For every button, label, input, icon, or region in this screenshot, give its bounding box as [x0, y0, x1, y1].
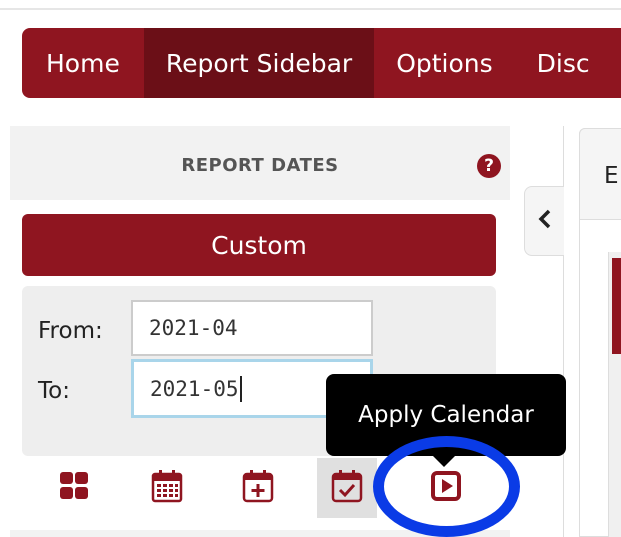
- text-caret: [239, 375, 242, 402]
- nav-item-report-sidebar[interactable]: Report Sidebar: [143, 28, 375, 98]
- date-mode-button[interactable]: Custom: [22, 214, 496, 276]
- calendar-plus-icon: [242, 469, 274, 508]
- report-heading: E: [604, 163, 619, 189]
- from-label: From:: [38, 318, 103, 344]
- add-calendar-button[interactable]: [228, 458, 288, 518]
- from-date-value: 2021-04: [149, 316, 238, 340]
- question-circle-icon[interactable]: ?: [477, 154, 501, 178]
- calendar-view-button[interactable]: [137, 458, 197, 518]
- grid-view-button[interactable]: [44, 458, 104, 518]
- top-divider: [0, 8, 621, 10]
- report-dates-title: REPORT DATES: [181, 155, 339, 176]
- confirm-calendar-button[interactable]: [317, 458, 377, 518]
- nav-item-home[interactable]: Home: [22, 28, 144, 98]
- main-navbar: Home Report Sidebar Options Disc: [22, 28, 621, 98]
- collapse-sidebar-button[interactable]: [524, 186, 564, 256]
- calendar-grid-icon: [151, 469, 183, 508]
- chevron-left-icon: [538, 209, 552, 234]
- report-table-header: [612, 258, 621, 354]
- grid-icon: [59, 471, 89, 506]
- highlight-circle: [373, 436, 520, 537]
- to-date-value: 2021-05: [150, 376, 239, 401]
- nav-item-disc[interactable]: Disc: [515, 28, 612, 98]
- calendar-check-icon: [331, 469, 363, 508]
- to-label: To:: [38, 378, 70, 404]
- app-screen: Home Report Sidebar Options Disc REPORT …: [0, 0, 621, 537]
- from-date-input[interactable]: 2021-04: [131, 300, 373, 356]
- nav-item-options[interactable]: Options: [374, 28, 514, 98]
